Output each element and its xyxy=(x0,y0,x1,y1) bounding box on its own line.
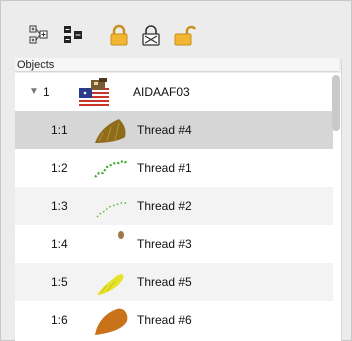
object-row-root[interactable]: ▼ 1 AIDAAF03 xyxy=(15,73,333,111)
lock-icon xyxy=(110,24,128,46)
row-name: Thread #6 xyxy=(137,313,192,327)
row-index: 1:1 xyxy=(51,123,68,137)
collapse-tree-icon xyxy=(64,26,82,43)
thread-1-thumbnail-icon xyxy=(94,159,128,178)
thread-6-thumbnail-icon xyxy=(95,308,128,335)
row-index: 1:5 xyxy=(51,275,68,289)
row-name: Thread #5 xyxy=(137,275,192,289)
thread-4-thumbnail-icon xyxy=(95,119,126,143)
design-thumbnail-icon xyxy=(79,78,109,106)
thread-2-thumbnail-icon xyxy=(96,202,127,218)
row-name: Thread #2 xyxy=(137,199,192,213)
row-name: Thread #4 xyxy=(137,123,192,137)
unlock-icon xyxy=(174,25,196,46)
objects-list[interactable]: ▼ 1 AIDAAF03 1:1 Thread #4 1:2 Thread #1… xyxy=(15,73,341,341)
list-scrollbar[interactable] xyxy=(332,75,340,131)
expand-tree-button[interactable] xyxy=(27,23,51,47)
thread-row-1-3[interactable]: 1:3 Thread #2 xyxy=(15,187,333,225)
row-name: Thread #3 xyxy=(137,237,192,251)
row-index: 1:6 xyxy=(51,313,68,327)
row-index: 1:2 xyxy=(51,161,68,175)
thread-3-thumbnail-icon xyxy=(118,231,124,239)
objects-header: Objects xyxy=(15,58,339,72)
thread-row-1-2[interactable]: 1:2 Thread #1 xyxy=(15,149,333,187)
collapse-tree-button[interactable] xyxy=(61,23,85,47)
thread-row-1-4[interactable]: 1:4 Thread #3 xyxy=(15,225,333,263)
lock-button[interactable] xyxy=(107,23,131,47)
objects-panel: Objects ▼ 1 AIDAAF03 1:1 Thread #4 1:2 T… xyxy=(0,0,352,341)
thread-row-1-5[interactable]: 1:5 Thread #5 xyxy=(15,263,333,301)
row-name: Thread #1 xyxy=(137,161,192,175)
thread-5-thumbnail-icon xyxy=(97,274,124,295)
thread-row-1-1[interactable]: 1:1 Thread #4 xyxy=(15,111,333,149)
hide-icon xyxy=(142,25,160,46)
hide-button[interactable] xyxy=(139,23,163,47)
list-divider xyxy=(341,59,342,341)
row-index: 1:3 xyxy=(51,199,68,213)
row-index: 1:4 xyxy=(51,237,68,251)
toolbar xyxy=(1,1,351,57)
expand-tree-icon xyxy=(29,25,48,44)
thread-row-1-6[interactable]: 1:6 Thread #6 xyxy=(15,301,333,339)
disclosure-triangle-icon[interactable]: ▼ xyxy=(29,86,39,97)
row-index: 1 xyxy=(43,85,50,99)
row-name: AIDAAF03 xyxy=(133,85,190,99)
unlock-button[interactable] xyxy=(173,23,197,47)
